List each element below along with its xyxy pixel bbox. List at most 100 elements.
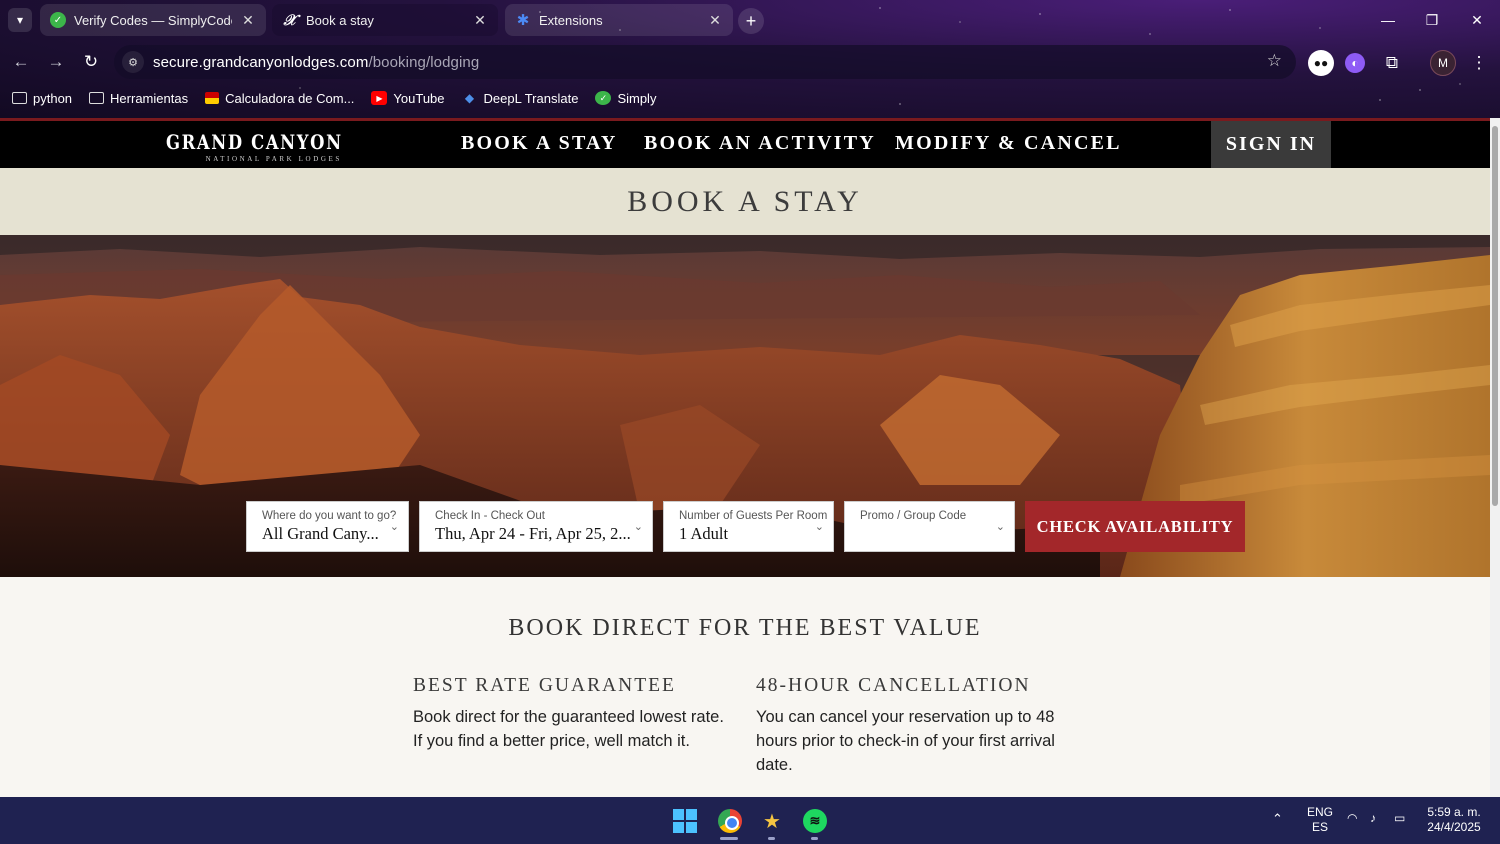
close-icon: ✕ — [1471, 11, 1483, 28]
browser-chrome: ▾ ✓ Verify Codes — SimplyCodes ✕ 𝒳 Book … — [0, 0, 1500, 118]
page-scrollbar[interactable] — [1490, 118, 1500, 797]
bookmark-label: Herramientas — [110, 90, 189, 106]
nav-book-an-activity[interactable]: BOOK AN ACTIVITY — [644, 132, 876, 155]
simply-icon: ✓ — [595, 91, 612, 105]
clock-date: 24/4/2025 — [1427, 820, 1481, 834]
menu-kebab-icon[interactable]: ⋮ — [1466, 50, 1492, 76]
grand-canyon-icon: 𝒳 — [283, 11, 297, 29]
site-header: GRAND CANYON NATIONAL PARK LODGES BOOK A… — [0, 118, 1490, 168]
tab-book-a-stay[interactable]: 𝒳 Book a stay ✕ — [272, 4, 498, 36]
deepl-icon: ◆ — [464, 91, 475, 105]
reload-button[interactable]: ↻ — [79, 50, 103, 74]
web-page: GRAND CANYON NATIONAL PARK LODGES BOOK A… — [0, 118, 1490, 797]
chevron-down-icon: ▾ — [16, 13, 24, 27]
extensions-puzzle-icon[interactable]: ⧉ — [1379, 50, 1405, 76]
calculator-icon — [205, 92, 220, 104]
tab-simplycodes[interactable]: ✓ Verify Codes — SimplyCodes ✕ — [40, 4, 266, 36]
taskbar-app-star[interactable]: ★ — [758, 807, 786, 835]
running-app-indicator — [811, 837, 818, 840]
active-app-indicator — [720, 837, 738, 840]
guests-label: Number of Guests Per Room — [679, 510, 828, 522]
simplycodes-icon: ✓ — [50, 12, 66, 28]
language-top: ENG — [1306, 805, 1333, 819]
benefit-best-rate: BEST RATE GUARANTEE Book direct for the … — [413, 675, 733, 753]
restore-button[interactable]: ❐ — [1410, 6, 1454, 34]
dates-value: Thu, Apr 24 - Fri, Apr 25, 2... — [435, 524, 631, 543]
clock-time: 5:59 a. m. — [1427, 805, 1481, 819]
destination-select[interactable]: Where do you want to go? All Grand Cany.… — [246, 501, 409, 552]
close-window-button[interactable]: ✕ — [1455, 6, 1499, 34]
chevron-down-icon: ⌄ — [814, 521, 824, 533]
address-bar[interactable]: ⚙ secure.grandcanyonlodges.com/booking/l… — [114, 45, 1296, 79]
tab-title: Verify Codes — SimplyCodes — [74, 12, 232, 28]
tab-search-button[interactable]: ▾ — [8, 8, 32, 32]
restore-icon: ❐ — [1425, 11, 1439, 28]
guests-select[interactable]: Number of Guests Per Room 1 Adult ⌄ — [663, 501, 834, 552]
back-button[interactable]: ← — [9, 50, 33, 74]
nav-modify-cancel[interactable]: MODIFY & CANCEL — [895, 132, 1122, 155]
bookmark-calculadora[interactable]: Calculadora de Com... — [205, 91, 354, 106]
volume-icon[interactable]: ♪ — [1370, 811, 1376, 826]
wifi-icon[interactable]: ◠ — [1347, 811, 1357, 826]
bookmark-star-icon[interactable]: ☆ — [1267, 51, 1282, 71]
bookmarks-bar: python Herramientas Calculadora de Com..… — [0, 86, 1500, 110]
destination-label: Where do you want to go? — [262, 510, 397, 522]
benefit-text: You can cancel your reservation up to 48… — [756, 708, 1055, 774]
plus-icon: + — [745, 10, 757, 31]
reload-icon: ↻ — [83, 52, 99, 71]
tab-extensions[interactable]: ✱ Extensions ✕ — [505, 4, 733, 36]
forward-button[interactable]: → — [44, 50, 68, 74]
taskbar-spotify[interactable]: ≋ — [801, 807, 829, 835]
close-icon[interactable]: ✕ — [707, 12, 723, 29]
site-logo[interactable]: GRAND CANYON NATIONAL PARK LODGES — [166, 130, 382, 163]
folder-icon — [89, 92, 105, 104]
browser-toolbar: ← → ↻ ⚙ secure.grandcanyonlodges.com/boo… — [0, 42, 1500, 82]
bookmark-label: python — [33, 90, 73, 106]
profile-avatar[interactable]: M — [1430, 50, 1456, 76]
extension-face-icon[interactable]: ●● — [1308, 50, 1334, 76]
close-icon[interactable]: ✕ — [240, 12, 256, 29]
site-info-icon[interactable]: ⚙ — [122, 51, 144, 73]
windows-taskbar: ★ ≋ ⌃ ENG ES ◠ ♪ ▭ 5:59 a. m. 24/4/2025 — [0, 797, 1500, 844]
tab-title: Extensions — [539, 12, 603, 28]
bookmark-herramientas[interactable]: Herramientas — [89, 91, 188, 106]
destination-value: All Grand Cany... — [262, 524, 379, 543]
clock[interactable]: 5:59 a. m. 24/4/2025 — [1420, 805, 1488, 835]
url-path: /booking/lodging — [368, 53, 480, 71]
minimize-icon: — — [1381, 12, 1395, 28]
check-availability-button[interactable]: CHECK AVAILABILITY — [1025, 501, 1245, 552]
logo-subtext: NATIONAL PARK LODGES — [205, 155, 342, 163]
bookmark-simply[interactable]: ✓ Simply — [595, 91, 656, 106]
taskbar-chrome[interactable] — [716, 807, 744, 835]
battery-icon[interactable]: ▭ — [1394, 811, 1405, 826]
puzzle-icon: ✱ — [516, 12, 530, 29]
promo-label: Promo / Group Code — [860, 510, 967, 522]
tab-title: Book a stay — [306, 12, 374, 28]
tray-overflow-chevron-icon[interactable]: ⌃ — [1272, 811, 1283, 826]
sign-in-button[interactable]: SIGN IN — [1211, 121, 1331, 168]
profile-initial: M — [1438, 56, 1448, 70]
language-indicator[interactable]: ENG ES — [1300, 805, 1340, 835]
bookmark-youtube[interactable]: ▶ YouTube — [371, 91, 445, 106]
running-app-indicator — [768, 837, 775, 840]
scrollbar-thumb[interactable] — [1492, 126, 1498, 506]
bookmark-python[interactable]: python — [12, 91, 72, 106]
minimize-button[interactable]: — — [1366, 6, 1410, 34]
language-bottom: ES — [1311, 820, 1328, 834]
url-host: secure.grandcanyonlodges.com — [153, 53, 369, 71]
folder-icon — [12, 92, 27, 104]
start-button[interactable] — [671, 807, 699, 835]
benefit-text: Book direct for the guaranteed lowest ra… — [413, 708, 724, 750]
new-tab-button[interactable]: + — [738, 8, 764, 34]
chevron-down-icon: ⌄ — [995, 521, 1005, 533]
value-heading: BOOK DIRECT FOR THE BEST VALUE — [508, 615, 982, 641]
benefit-title: BEST RATE GUARANTEE — [413, 675, 676, 696]
nav-book-a-stay[interactable]: BOOK A STAY — [461, 132, 617, 155]
bookmark-deepl[interactable]: ◆ DeepL Translate — [462, 91, 579, 106]
dates-picker[interactable]: Check In - Check Out Thu, Apr 24 - Fri, … — [419, 501, 653, 552]
promo-code-field[interactable]: Promo / Group Code ⌄ — [844, 501, 1015, 552]
close-icon[interactable]: ✕ — [472, 12, 488, 29]
extension-purple-icon[interactable]: ◐ — [1345, 53, 1365, 73]
chevron-down-icon: ⌄ — [389, 521, 399, 533]
guests-value: 1 Adult — [679, 524, 729, 543]
